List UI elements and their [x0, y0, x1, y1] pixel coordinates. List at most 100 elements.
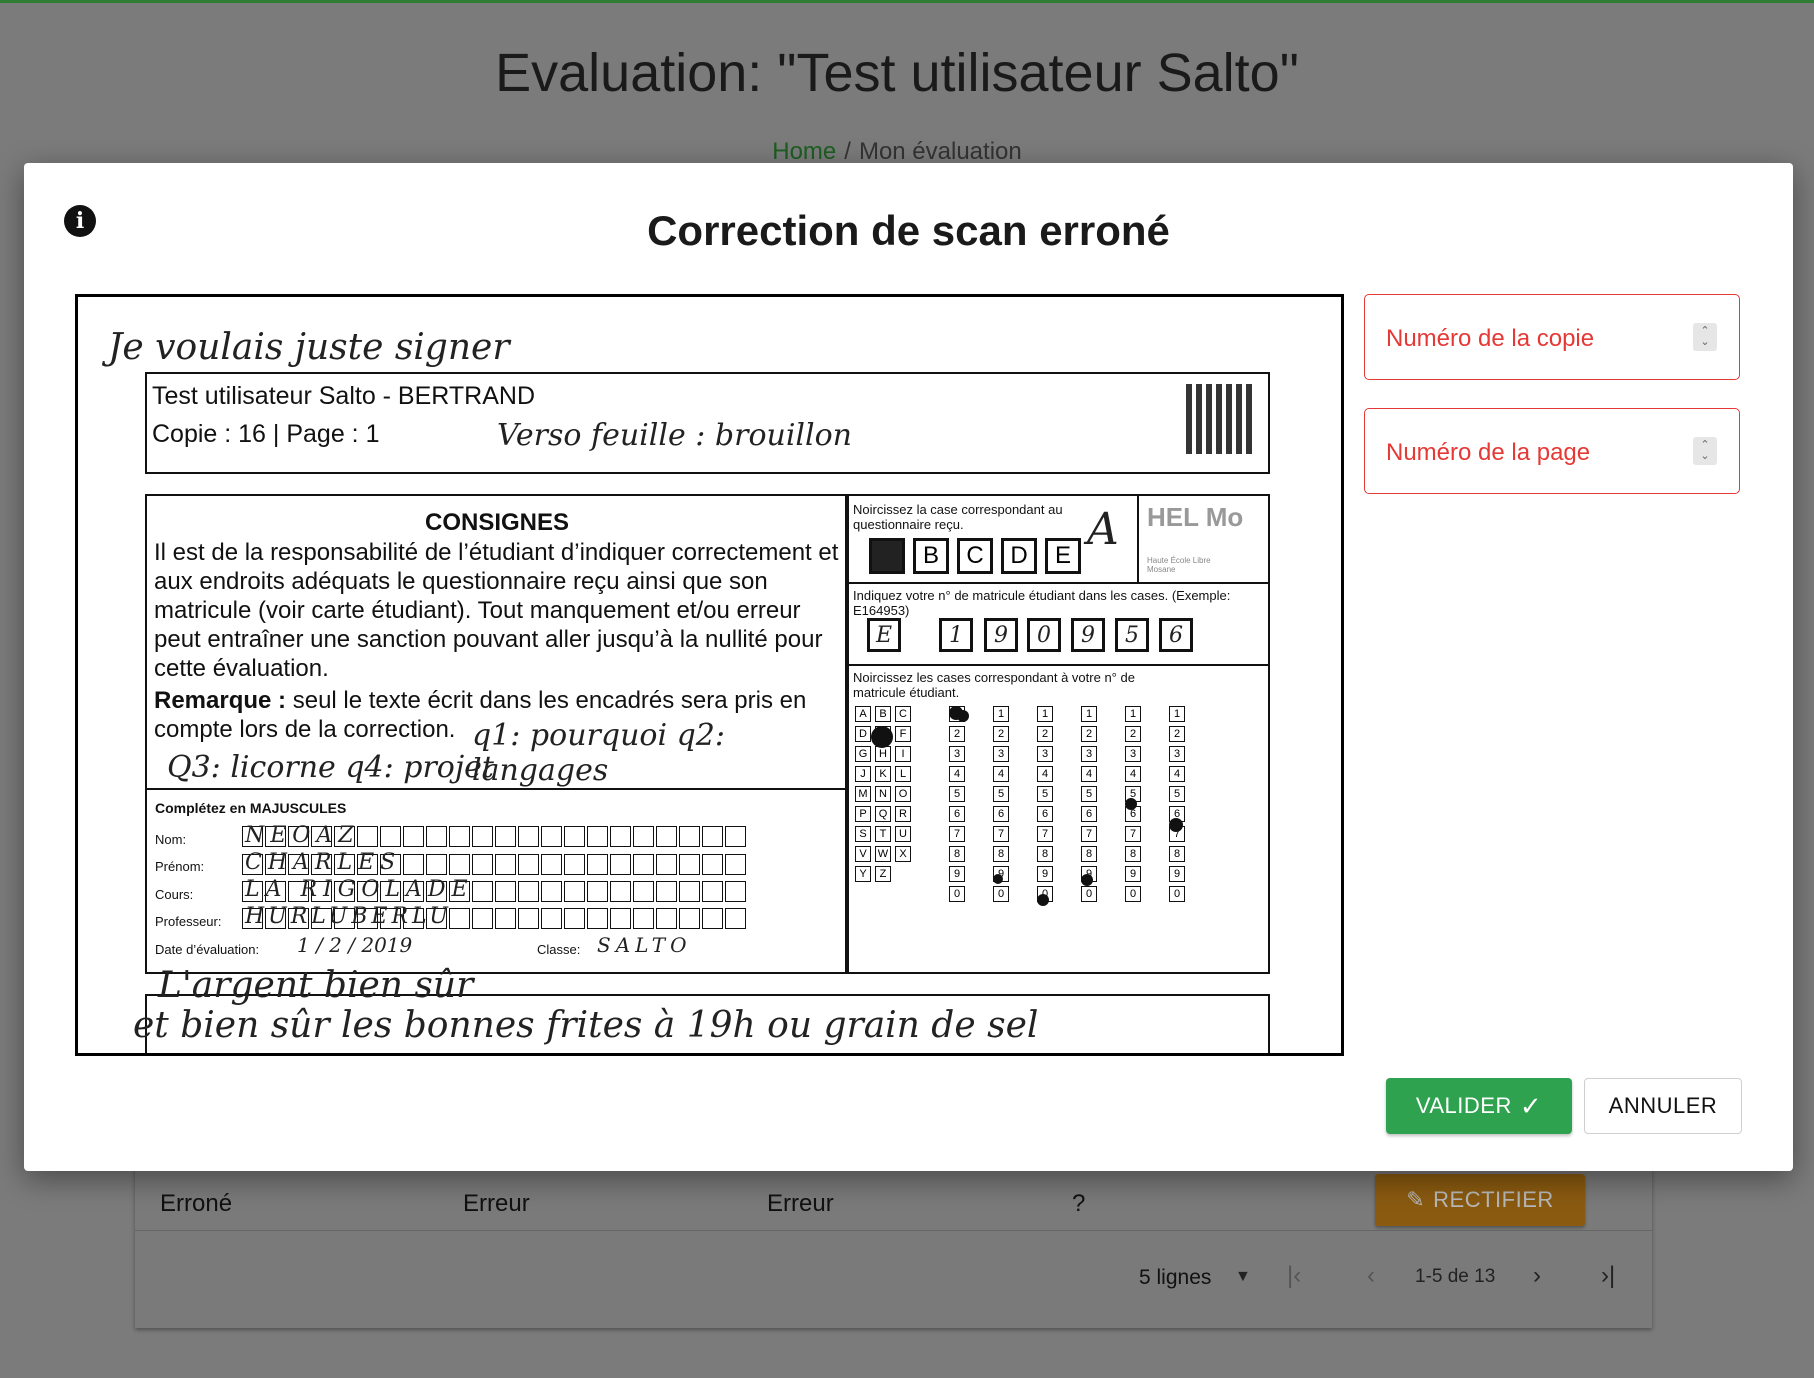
rectify-button[interactable]: ✎ RECTIFIER	[1375, 1174, 1585, 1226]
grid-cell	[702, 881, 723, 902]
letter-cell: V	[855, 846, 871, 862]
number-cell: 3	[1125, 746, 1141, 762]
number-cell: 2	[1037, 726, 1053, 742]
consignes-text: Il est de la responsabilité de l’étudian…	[154, 539, 839, 682]
questionnaire-box: A	[869, 538, 905, 574]
breadcrumb-home-link[interactable]: Home	[772, 138, 836, 165]
grid-cell	[702, 854, 723, 875]
number-cell: 3	[949, 746, 965, 762]
next-page-icon[interactable]: ›	[1533, 1262, 1541, 1290]
number-cell: 0	[1125, 886, 1141, 902]
validate-button[interactable]: VALIDER ✓	[1386, 1078, 1572, 1134]
course-label: Cours:	[155, 887, 194, 902]
grid-cell	[656, 908, 677, 929]
grid-cell	[725, 881, 746, 902]
ink-mark	[1125, 798, 1137, 810]
letter-cell: B	[875, 706, 891, 722]
number-cell: 8	[1081, 846, 1097, 862]
number-cell: 6	[1037, 806, 1053, 822]
grid-cell	[587, 881, 608, 902]
last-page-icon[interactable]: ›|	[1601, 1262, 1615, 1290]
grid-cell	[518, 854, 539, 875]
grid-cell	[564, 908, 585, 929]
grid-cell	[679, 881, 700, 902]
scan-header-line1: Test utilisateur Salto - BERTRAND	[152, 382, 535, 410]
previous-page-icon[interactable]: ‹	[1367, 1262, 1375, 1290]
letter-cell: T	[875, 826, 891, 842]
number-cell: 6	[993, 806, 1009, 822]
number-cell: 4	[1081, 766, 1097, 782]
validate-label: VALIDER	[1415, 1093, 1512, 1118]
number-cell: 9	[1169, 866, 1185, 882]
matricule-digit-box: 9	[1071, 618, 1105, 652]
grid-cell	[679, 854, 700, 875]
number-cell: 5	[1081, 786, 1097, 802]
letter-cell: N	[875, 786, 891, 802]
handwriting-bottom-2: et bien sûr les bonnes frites à 19h ou g…	[133, 1005, 1039, 1046]
letter-cell: M	[855, 786, 871, 802]
number-cell: 8	[1125, 846, 1141, 862]
grid-cell	[403, 826, 424, 847]
number-cell: 7	[1081, 826, 1097, 842]
grid-cell	[702, 908, 723, 929]
grid-cell	[633, 908, 654, 929]
grid-cell	[449, 854, 470, 875]
qr-code-icon	[1186, 384, 1256, 454]
copy-number-input[interactable]: Numéro de la copie ⌃ ⌄	[1364, 294, 1740, 380]
number-cell: 1	[1125, 706, 1141, 722]
pagination-range: 1-5 de 13	[1415, 1266, 1496, 1287]
grid-cell	[725, 908, 746, 929]
consignes-box: CONSIGNES Il est de la responsabilité de…	[145, 494, 849, 974]
number-cell: 8	[1169, 846, 1185, 862]
number-cell: 2	[1125, 726, 1141, 742]
grid-cell	[610, 881, 631, 902]
letter-cell: W	[875, 846, 891, 862]
cancel-button[interactable]: ANNULER	[1584, 1078, 1742, 1134]
letter-cell: J	[855, 766, 871, 782]
grid-cell	[679, 826, 700, 847]
matricule-digit-box: 6	[1159, 618, 1193, 652]
number-cell: 3	[1081, 746, 1097, 762]
copy-number-label: Numéro de la copie	[1386, 325, 1595, 352]
grid-cell	[610, 854, 631, 875]
grid-cell	[449, 908, 470, 929]
first-page-icon[interactable]: |‹	[1287, 1262, 1301, 1290]
page-number-spinner-icon[interactable]: ⌃ ⌄	[1693, 437, 1717, 465]
firstname-label: Prénom:	[155, 859, 205, 874]
page-number-input[interactable]: Numéro de la page ⌃ ⌄	[1364, 408, 1740, 494]
number-cell: 4	[1169, 766, 1185, 782]
prof-value: HURLUBERLU	[245, 904, 452, 929]
check-icon: ✓	[1519, 1090, 1543, 1121]
grid-cell	[426, 826, 447, 847]
table-cell-status: Erroné	[160, 1190, 233, 1217]
grid-cell	[610, 908, 631, 929]
number-cell: 0	[949, 886, 965, 902]
grid-cell	[472, 854, 493, 875]
grid-cell	[633, 881, 654, 902]
handwriting-header: Verso feuille : brouillon	[497, 418, 852, 453]
caret-down-icon[interactable]: ▼	[1235, 1268, 1251, 1286]
ink-mark	[871, 726, 893, 748]
class-label: Classe:	[537, 942, 581, 957]
grid-cell	[725, 854, 746, 875]
grid-cell	[656, 854, 677, 875]
number-cell: 4	[1037, 766, 1053, 782]
number-cell: 5	[949, 786, 965, 802]
rows-per-page-select[interactable]: 5 lignes	[1139, 1266, 1211, 1290]
matricule-digit-box: 0	[1027, 618, 1061, 652]
matricule-digit-box: 9	[984, 618, 1018, 652]
grid-cell	[587, 854, 608, 875]
number-cell: 9	[1125, 866, 1141, 882]
grid-cell	[541, 854, 562, 875]
grid-cell	[518, 908, 539, 929]
letter-cell: C	[895, 706, 911, 722]
number-cell: 4	[949, 766, 965, 782]
letter-cell: R	[895, 806, 911, 822]
letter-cell: S	[855, 826, 871, 842]
number-cell: 2	[1169, 726, 1185, 742]
grid-cell	[656, 826, 677, 847]
number-cell: 3	[1169, 746, 1185, 762]
copy-number-spinner-icon[interactable]: ⌃ ⌄	[1693, 323, 1717, 351]
questionnaire-hand: A	[1087, 504, 1119, 555]
letter-cell: O	[895, 786, 911, 802]
